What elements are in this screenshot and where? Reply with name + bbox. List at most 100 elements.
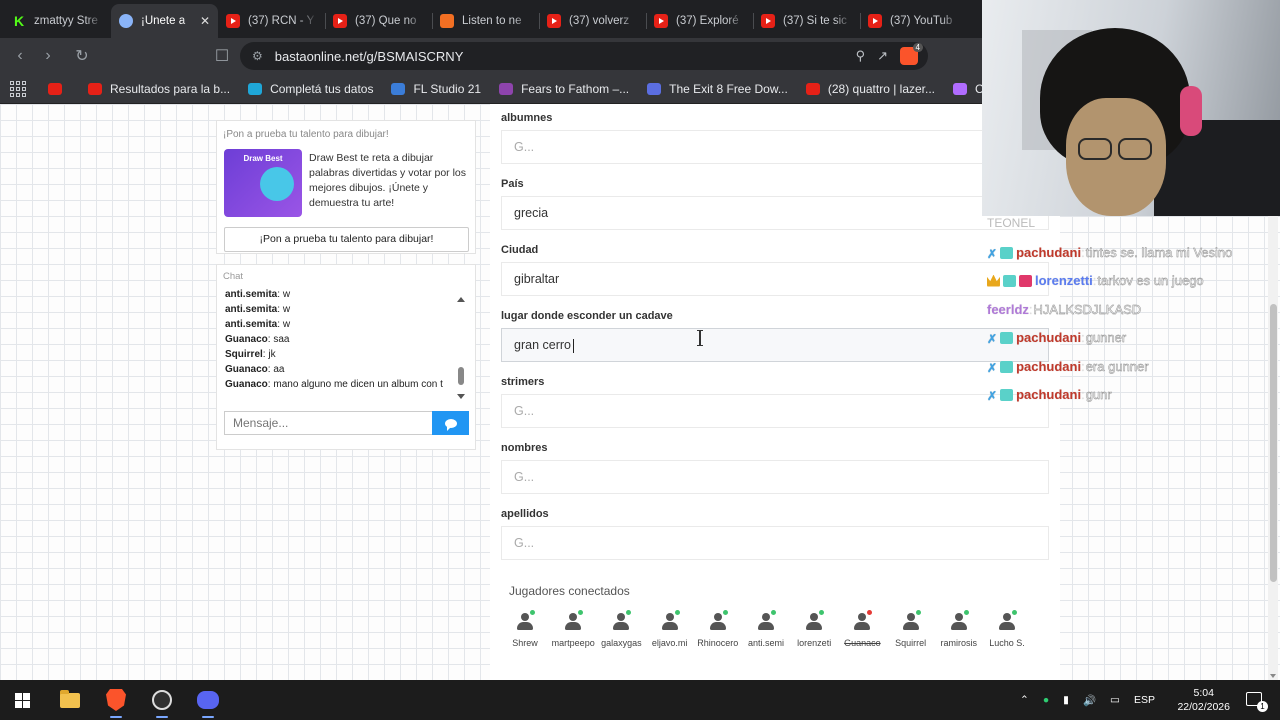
status-dot	[722, 610, 728, 615]
youtube-icon	[547, 14, 561, 28]
display-icon[interactable]: ▭	[1110, 694, 1120, 706]
bookmark-favicon-icon	[805, 82, 820, 95]
chat-message-text: jk	[268, 349, 276, 360]
answer-input[interactable]: G...	[501, 130, 1049, 164]
stream-chat-line: ✗ pachudani: era gunner	[987, 359, 1149, 375]
player-name: Shrew	[512, 638, 538, 648]
promo-button[interactable]: ¡Pon a prueba tu talento para dibujar!	[224, 227, 469, 252]
url-text[interactable]: bastaonline.net/g/BSMAISCRNY	[275, 49, 464, 64]
status-dot	[530, 610, 535, 615]
browser-tab[interactable]: Kzmattyy Stre	[4, 4, 111, 38]
pink-badge-icon	[1019, 274, 1032, 287]
close-tab-icon[interactable]: ✕	[200, 14, 210, 28]
chat-messages[interactable]: anti.semita: w anti.semita: w anti.semita:…	[225, 287, 453, 403]
apps-icon[interactable]	[10, 80, 26, 97]
answer-input[interactable]: G...	[501, 460, 1049, 494]
player-item[interactable]: Rhinocero	[694, 610, 742, 648]
notifications-icon[interactable]	[1246, 692, 1268, 712]
bookmark-favicon-icon	[88, 82, 102, 95]
chat-message-input[interactable]	[224, 411, 432, 435]
player-item[interactable]: Lucho S.	[983, 610, 1031, 648]
chat-message: anti.semita: w	[225, 319, 291, 330]
zoom-icon[interactable]: ⚲	[856, 48, 866, 64]
site-info-icon[interactable]: ⚙	[252, 49, 263, 63]
player-name: ramirosis	[940, 638, 978, 648]
answer-input[interactable]: gran cerro	[501, 328, 1049, 362]
bookmark-label: Completá tus datos	[270, 81, 374, 96]
player-avatar-icon	[756, 610, 776, 632]
soundcloud-icon	[440, 14, 454, 28]
bookmark-item[interactable]: Resultados para la b...	[88, 82, 230, 96]
obs-icon[interactable]	[150, 688, 174, 718]
microphone-icon[interactable]: ▮	[1063, 694, 1069, 706]
brave-shields-icon[interactable]	[900, 43, 924, 65]
volume-icon[interactable]: 🔊	[1083, 694, 1096, 707]
browser-tab[interactable]: (37) RCN - Y	[218, 4, 325, 38]
basta-icon	[119, 14, 133, 28]
player-avatar-icon	[901, 610, 921, 632]
forward-icon[interactable]: ›	[34, 42, 62, 70]
youtube-bookmark[interactable]	[48, 82, 70, 95]
bookmark-item[interactable]: (28) quattro | lazer...	[805, 82, 935, 96]
player-item[interactable]: eljavo.mi	[646, 610, 694, 648]
status-dot	[1012, 610, 1017, 615]
chat-message-text: aa	[273, 364, 285, 375]
player-item[interactable]: galaxygas	[597, 610, 645, 648]
answer-input[interactable]: grecia	[501, 196, 1049, 230]
browser-tab[interactable]: ¡Únete a ✕	[111, 4, 218, 38]
chat-scrollbar[interactable]	[457, 293, 465, 399]
scroll-down-icon[interactable]	[457, 394, 465, 399]
youtube-icon	[761, 14, 775, 28]
system-clock[interactable]: 5:04 22/02/2026	[1177, 686, 1230, 714]
language-indicator[interactable]: ESP	[1134, 694, 1155, 706]
player-item[interactable]: Guanaco	[838, 610, 886, 648]
chat-send-button[interactable]	[432, 411, 469, 435]
browser-tab[interactable]: (37) Exploré	[646, 4, 753, 38]
bookmark-item[interactable]: Completá tus datos	[248, 82, 373, 96]
file-explorer-icon[interactable]	[58, 688, 82, 712]
bookmark-favicon-icon	[248, 82, 263, 95]
player-name: Guanaco	[844, 638, 881, 648]
chat-message-text: w	[282, 304, 291, 315]
player-item[interactable]: Squirrel	[887, 610, 935, 648]
player-item[interactable]: Shrew	[501, 610, 549, 648]
player-item[interactable]: ramirosis	[935, 610, 983, 648]
network-app-icon[interactable]: ●	[1043, 694, 1049, 706]
browser-tab[interactable]: (37) Que no	[325, 4, 432, 38]
answer-input[interactable]: G...	[501, 394, 1049, 428]
page-scroll-down-icon[interactable]	[1270, 674, 1276, 678]
bookmark-icon[interactable]: ☐	[208, 42, 236, 70]
player-item[interactable]: martpeepo	[549, 610, 597, 648]
browser-tab[interactable]: (37) Si te sic	[753, 4, 860, 38]
answer-input[interactable]: G...	[501, 526, 1049, 560]
scroll-thumb[interactable]	[458, 367, 464, 385]
stream-chat-text: tintes se. llama mi Vesino	[1085, 245, 1233, 260]
bookmark-item[interactable]: Fears to Fathom –...	[499, 82, 629, 96]
bookmark-favicon-icon	[391, 82, 406, 95]
browser-tab[interactable]: (37) YouTub	[860, 4, 967, 38]
chat-message: Guanaco: saa	[225, 334, 290, 345]
share-icon[interactable]: ↗	[877, 48, 888, 64]
windows-start-icon[interactable]	[10, 688, 34, 712]
back-icon[interactable]: ‹	[6, 42, 34, 70]
field-label: Ciudad	[501, 244, 539, 256]
player-item[interactable]: anti.semi	[742, 610, 790, 648]
brave-browser-icon[interactable]	[104, 688, 128, 718]
player-item[interactable]: lorenzeti	[790, 610, 838, 648]
chat-message-user: anti.semita	[225, 289, 278, 300]
bookmark-item[interactable]: Captura de p	[953, 82, 982, 96]
discord-icon[interactable]	[196, 688, 220, 718]
youtube-icon	[48, 82, 62, 95]
answer-placeholder: G...	[514, 140, 535, 154]
bookmark-item[interactable]: FL Studio 21	[391, 82, 481, 96]
answer-input[interactable]: gibraltar	[501, 262, 1049, 296]
show-hidden-icons[interactable]: ⌃	[1020, 694, 1029, 706]
address-bar[interactable]: ⚙ bastaonline.net/g/BSMAISCRNY ⚲ ↗	[240, 42, 928, 70]
scroll-up-icon[interactable]	[457, 297, 465, 302]
browser-tab[interactable]: Listen to ne	[432, 4, 539, 38]
field-label: lugar donde esconder un cadave	[501, 310, 673, 322]
reload-icon[interactable]: ↻	[68, 42, 96, 70]
draw-best-thumbnail[interactable]: Draw Best	[224, 149, 302, 217]
bookmark-item[interactable]: The Exit 8 Free Dow...	[647, 82, 788, 96]
browser-tab[interactable]: (37) volverz	[539, 4, 646, 38]
